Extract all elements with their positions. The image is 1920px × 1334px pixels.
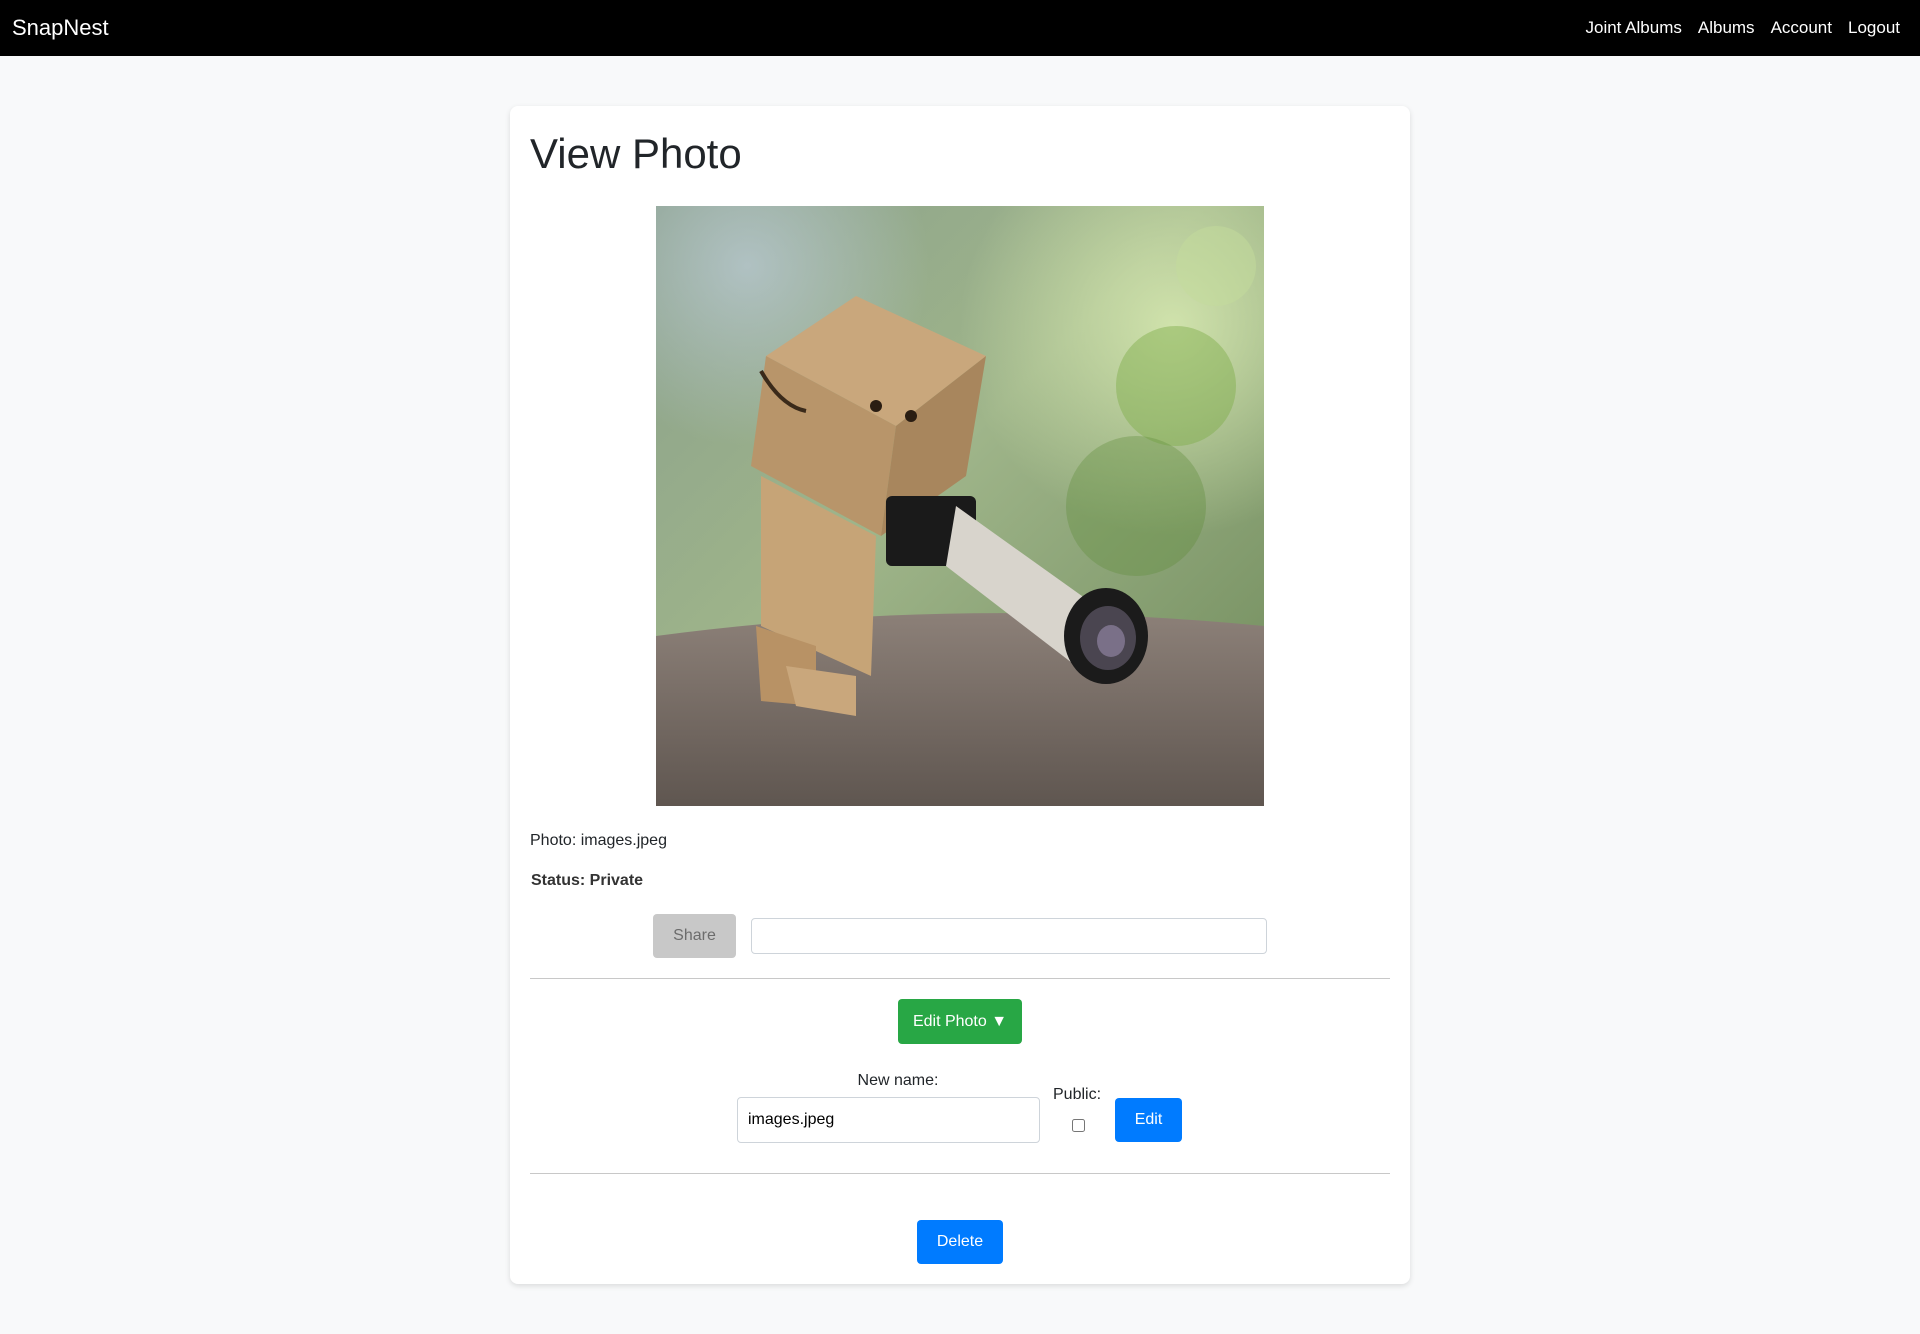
brand-logo-link[interactable]: SnapNest (12, 15, 109, 41)
share-button[interactable]: Share (653, 914, 736, 958)
photo-filename: Photo: images.jpeg (530, 832, 667, 849)
nav-link-albums[interactable]: Albums (1698, 18, 1755, 38)
top-navbar: SnapNest Joint Albums Albums Account Log… (0, 0, 1920, 56)
share-row: Share (653, 914, 1267, 958)
edit-photo-toggle-button[interactable]: Edit Photo ▼ (898, 999, 1022, 1044)
public-checkbox[interactable] (1072, 1119, 1085, 1132)
new-name-input[interactable] (737, 1097, 1040, 1143)
edit-submit-button[interactable]: Edit (1115, 1098, 1182, 1142)
photo-image (656, 206, 1264, 806)
nav-link-joint-albums[interactable]: Joint Albums (1585, 18, 1681, 38)
nav-links: Joint Albums Albums Account Logout (1585, 18, 1900, 38)
public-label: Public: (1053, 1086, 1102, 1103)
divider (530, 1173, 1390, 1174)
page-title: View Photo (530, 130, 742, 177)
nav-link-account[interactable]: Account (1771, 18, 1832, 38)
photo-card: View Photo Photo: images.jpeg Status: Pr… (510, 106, 1410, 1284)
photo-illustration (656, 206, 1264, 806)
delete-button[interactable]: Delete (917, 1220, 1003, 1264)
share-username-input[interactable] (751, 918, 1267, 954)
new-name-label: New name: (857, 1072, 939, 1089)
divider (530, 978, 1390, 979)
nav-link-logout[interactable]: Logout (1848, 18, 1900, 38)
status-badge: Status: Private (531, 872, 644, 889)
